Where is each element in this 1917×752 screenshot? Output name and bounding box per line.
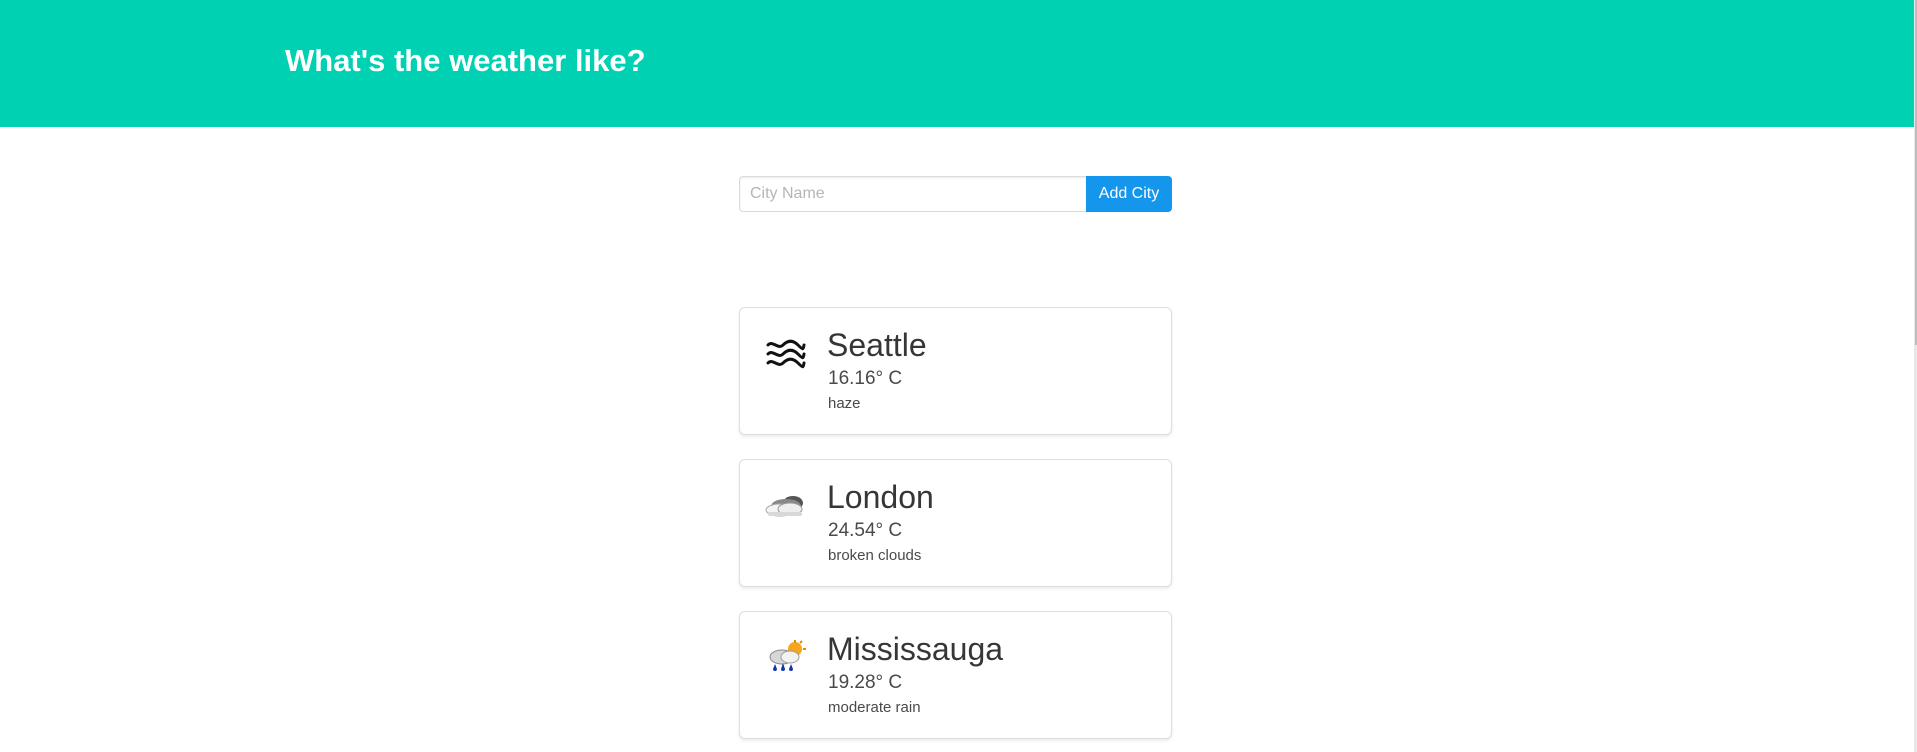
broken-clouds-icon <box>765 496 803 517</box>
weather-description: haze <box>828 395 861 412</box>
weather-card-london: London 24.54° C broken clouds <box>739 459 1172 587</box>
haze-icon <box>766 339 806 369</box>
temperature: 16.16° C <box>828 368 903 389</box>
add-city-button[interactable]: Add City <box>1086 176 1172 212</box>
weather-card-seattle: Seattle 16.16° C haze <box>739 307 1172 435</box>
hero-banner: What's the weather like? <box>0 0 1914 127</box>
city-name-input[interactable] <box>739 176 1086 212</box>
temperature: 19.28° C <box>828 672 903 693</box>
weather-description: broken clouds <box>828 547 922 564</box>
weather-card-mississauga: Mississauga 19.28° C moderate rain <box>739 611 1172 739</box>
moderate-rain-icon <box>769 640 806 671</box>
city-name: London <box>827 479 934 515</box>
city-name: Seattle <box>827 327 927 363</box>
add-city-form: Add City <box>739 176 1172 212</box>
weather-description: moderate rain <box>828 699 921 716</box>
weather-page: What's the weather like? Add City Seattl… <box>0 0 1917 752</box>
city-name: Mississauga <box>827 631 1004 667</box>
temperature: 24.54° C <box>828 520 903 541</box>
page-title: What's the weather like? <box>285 43 646 78</box>
